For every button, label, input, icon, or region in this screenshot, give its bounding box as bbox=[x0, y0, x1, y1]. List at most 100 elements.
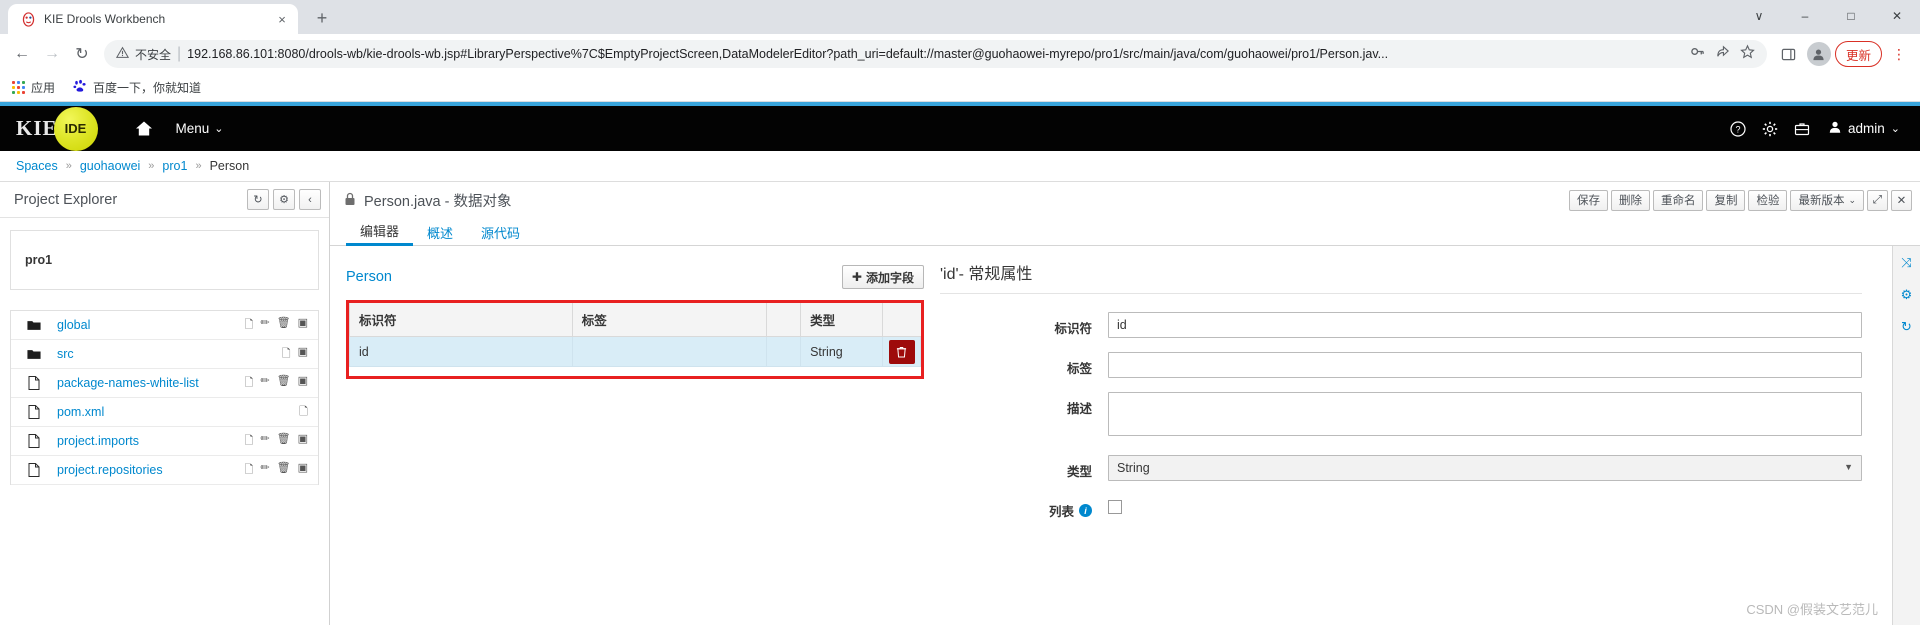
user-menu[interactable]: admin ⌄ bbox=[1818, 120, 1904, 137]
save-button[interactable]: 保存 bbox=[1568, 189, 1608, 211]
refresh-rail-icon[interactable]: ↻ bbox=[1898, 318, 1916, 336]
archive-icon[interactable]: ▣ bbox=[298, 316, 308, 335]
profile-avatar-icon[interactable] bbox=[1806, 42, 1831, 66]
address-bar[interactable]: 不安全 | 192.168.86.101:8080/drools-wb/kie-… bbox=[104, 40, 1767, 68]
list-label-text: 列表 bbox=[1048, 505, 1074, 519]
list-item-label[interactable]: package-names-white-list bbox=[57, 376, 245, 390]
settings-button[interactable]: ⚙ bbox=[273, 189, 295, 210]
trash-icon[interactable] bbox=[888, 339, 915, 364]
tab-source[interactable]: 源代码 bbox=[467, 218, 534, 246]
validate-button[interactable]: 检验 bbox=[1748, 189, 1788, 211]
rename-button[interactable]: 重命名 bbox=[1652, 189, 1704, 211]
table-header-row: 标识符 标签 类型 bbox=[349, 303, 921, 337]
archive-icon[interactable]: ▣ bbox=[298, 432, 308, 451]
kebab-menu-icon[interactable]: ⋮ bbox=[1886, 41, 1912, 67]
type-field[interactable] bbox=[1108, 455, 1862, 481]
list-item[interactable]: src 🗋 ▣ bbox=[11, 340, 318, 369]
share-icon[interactable] bbox=[1715, 44, 1730, 64]
list-item-label[interactable]: project.imports bbox=[57, 434, 245, 448]
label-field[interactable] bbox=[1108, 352, 1862, 378]
data-object-name[interactable]: Person bbox=[346, 269, 392, 285]
trash-icon[interactable]: 🗑 bbox=[277, 461, 291, 480]
chevron-down-icon: ⌄ bbox=[1890, 123, 1900, 135]
home-icon[interactable] bbox=[124, 120, 164, 137]
new-tab-button[interactable]: + bbox=[308, 4, 336, 32]
breadcrumb-item-pro1[interactable]: pro1 bbox=[162, 159, 187, 173]
label-label: 标签 bbox=[1066, 362, 1092, 376]
column-header-identifier[interactable]: 标识符 bbox=[349, 303, 573, 337]
latest-version-button[interactable]: 最新版本 ⌄ bbox=[1790, 189, 1864, 211]
project-card[interactable]: pro1 bbox=[10, 230, 319, 290]
window-minimize-button[interactable]: – bbox=[1782, 0, 1828, 32]
archive-icon[interactable]: ▣ bbox=[298, 345, 308, 364]
forward-button[interactable]: → bbox=[38, 40, 66, 68]
maximize-button[interactable]: ⤢ bbox=[1867, 189, 1888, 211]
copy-button[interactable]: 复制 bbox=[1706, 189, 1746, 211]
list-item[interactable]: package-names-white-list 🗋 ✏ 🗑 ▣ bbox=[11, 369, 318, 398]
delete-button[interactable]: 删除 bbox=[1610, 189, 1650, 211]
update-button[interactable]: 更新 bbox=[1834, 41, 1882, 67]
edit-icon[interactable]: ✏ bbox=[260, 432, 269, 451]
help-icon[interactable]: ? bbox=[1722, 120, 1754, 137]
archive-icon[interactable]: ▣ bbox=[298, 374, 308, 393]
edit-icon[interactable]: ✏ bbox=[260, 374, 269, 393]
briefcase-icon[interactable] bbox=[1786, 121, 1818, 137]
list-item-label[interactable]: global bbox=[57, 318, 245, 332]
copy-icon[interactable]: 🗋 bbox=[245, 374, 254, 393]
breadcrumb-item-guohaowei[interactable]: guohaowei bbox=[80, 159, 140, 173]
info-icon[interactable]: i bbox=[1079, 504, 1092, 517]
copy-icon[interactable]: 🗋 bbox=[245, 432, 254, 451]
archive-icon[interactable]: ▣ bbox=[298, 461, 308, 480]
expand-rail-icon[interactable]: ⤨ bbox=[1898, 254, 1916, 272]
list-checkbox[interactable] bbox=[1108, 500, 1122, 514]
breadcrumb-separator: » bbox=[195, 160, 202, 172]
kie-logo[interactable]: KIE IDE bbox=[16, 106, 98, 151]
reload-button[interactable]: ↻ bbox=[68, 40, 96, 68]
tab-close-icon[interactable]: × bbox=[274, 11, 290, 27]
browser-tab[interactable]: KIE Drools Workbench × bbox=[8, 4, 298, 34]
tab-search-chevron-icon[interactable]: ∨ bbox=[1736, 0, 1782, 32]
key-icon[interactable] bbox=[1690, 44, 1705, 64]
trash-icon[interactable]: 🗑 bbox=[277, 374, 291, 393]
trash-icon[interactable]: 🗑 bbox=[277, 432, 291, 451]
window-maximize-button[interactable]: □ bbox=[1828, 0, 1874, 32]
window-close-button[interactable]: ✕ bbox=[1874, 0, 1920, 32]
column-header-label[interactable]: 标签 bbox=[571, 303, 767, 337]
star-icon[interactable] bbox=[1740, 44, 1755, 64]
column-header-type[interactable]: 类型 bbox=[800, 303, 883, 337]
table-row[interactable]: id String bbox=[349, 336, 921, 367]
ide-badge: IDE bbox=[53, 106, 98, 151]
list-item-label[interactable]: src bbox=[57, 347, 282, 361]
list-item[interactable]: project.imports 🗋 ✏ 🗑 ▣ bbox=[11, 427, 318, 456]
identifier-field[interactable] bbox=[1108, 312, 1862, 338]
trash-icon[interactable]: 🗑 bbox=[277, 316, 291, 335]
settings-gear-icon[interactable] bbox=[1754, 121, 1786, 137]
close-button[interactable]: ✕ bbox=[1891, 189, 1912, 211]
navigation-bar: ← → ↻ 不安全 | 192.168.86.101:8080/drools-w… bbox=[0, 34, 1920, 74]
warning-triangle-icon bbox=[115, 46, 130, 62]
bookmark-baidu[interactable]: 百度一下，你就知道 bbox=[73, 79, 201, 96]
back-button[interactable]: ← bbox=[8, 40, 36, 68]
refresh-button[interactable]: ↻ bbox=[247, 189, 269, 210]
settings-rail-icon[interactable]: ⚙ bbox=[1898, 286, 1916, 304]
list-item[interactable]: global 🗋 ✏ 🗑 ▣ bbox=[11, 311, 318, 340]
side-panel-icon[interactable] bbox=[1775, 40, 1803, 68]
collapse-button[interactable]: ‹ bbox=[299, 189, 321, 210]
list-item[interactable]: project.repositories 🗋 ✏ 🗑 ▣ bbox=[11, 456, 318, 485]
breadcrumb-item-spaces[interactable]: Spaces bbox=[16, 159, 58, 173]
description-field[interactable] bbox=[1108, 392, 1862, 436]
copy-icon[interactable]: 🗋 bbox=[245, 316, 254, 335]
main-menu-button[interactable]: Menu ⌄ bbox=[164, 121, 236, 136]
copy-icon[interactable]: 🗋 bbox=[299, 403, 308, 422]
tab-overview[interactable]: 概述 bbox=[413, 218, 467, 246]
list-item-label[interactable]: project.repositories bbox=[57, 463, 245, 477]
copy-icon[interactable]: 🗋 bbox=[282, 345, 291, 364]
bookmark-apps[interactable]: 应用 bbox=[12, 79, 55, 96]
tab-editor[interactable]: 编辑器 bbox=[346, 218, 414, 246]
list-item-label[interactable]: pom.xml bbox=[57, 405, 299, 419]
edit-icon[interactable]: ✏ bbox=[260, 316, 269, 335]
add-field-button[interactable]: ✚ 添加字段 bbox=[841, 265, 924, 289]
copy-icon[interactable]: 🗋 bbox=[245, 461, 254, 480]
list-item[interactable]: pom.xml 🗋 bbox=[11, 398, 318, 427]
edit-icon[interactable]: ✏ bbox=[260, 461, 269, 480]
